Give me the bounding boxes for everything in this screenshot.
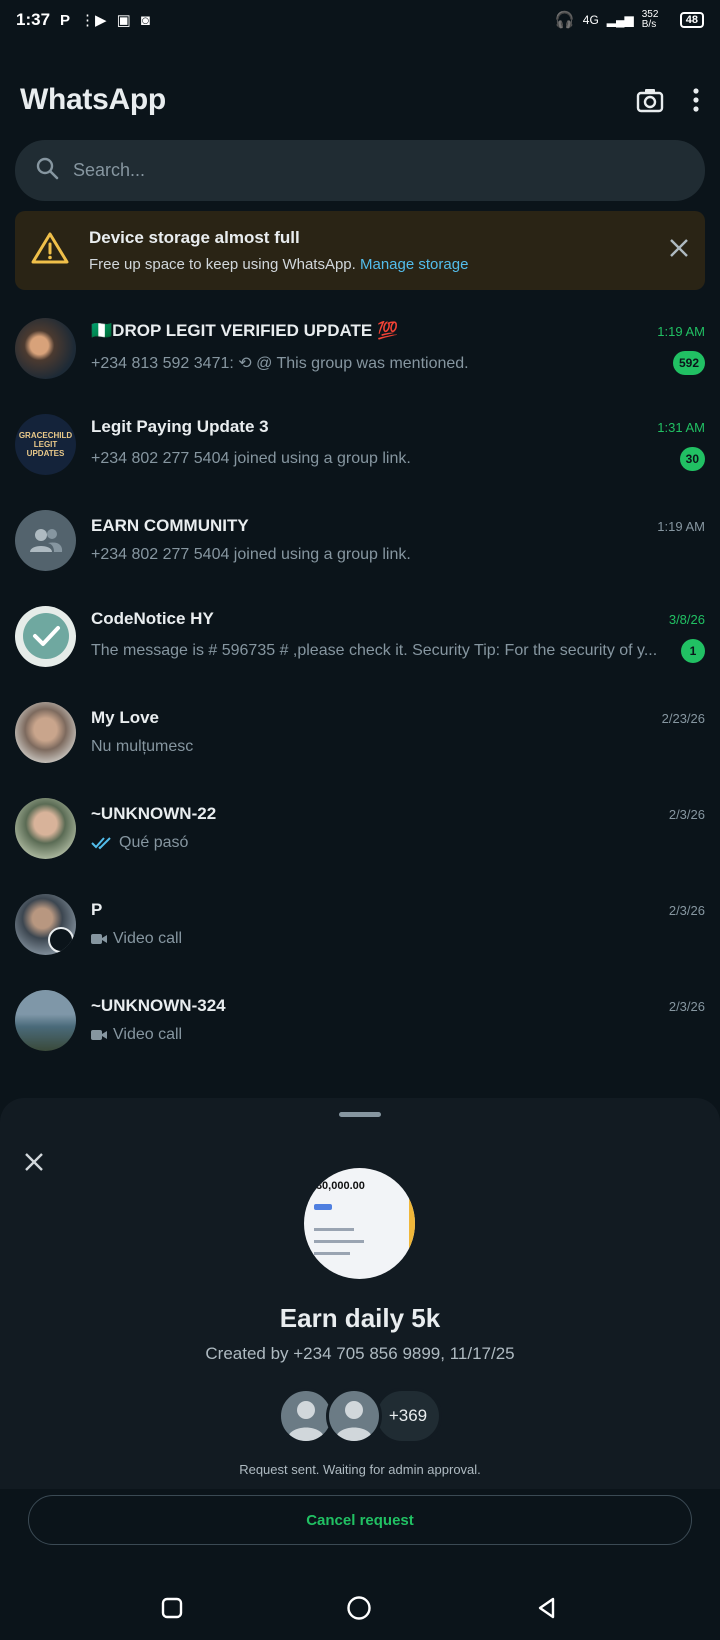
system-nav-bar: [0, 1580, 720, 1640]
chat-name: Legit Paying Update 3: [91, 417, 269, 436]
app-icon: ◙: [140, 11, 150, 29]
chat-name: P: [91, 900, 103, 919]
cancel-request-button[interactable]: Cancel request: [28, 1495, 692, 1545]
group-icon: [29, 529, 62, 552]
chat-item[interactable]: ~UNKNOWN-324 2/3/26 Video call: [0, 972, 720, 1068]
banner-subtitle: Free up space to keep using WhatsApp.: [89, 256, 356, 273]
chat-time: 3/8/26: [668, 612, 705, 627]
signal-icon: ▂▄▆: [606, 13, 634, 27]
chat-item[interactable]: ~UNKNOWN-22 2/3/26 Qué pasó: [0, 780, 720, 876]
group-avatar: ₦30,000.00: [304, 1168, 415, 1279]
video-call-icon: [91, 1030, 107, 1040]
app-bar: WhatsApp: [0, 70, 720, 130]
storage-banner: Device storage almost full Free up space…: [15, 211, 705, 290]
manage-storage-link[interactable]: Manage storage: [360, 256, 468, 273]
banner-title: Device storage almost full: [89, 228, 300, 247]
member-avatars: +369: [278, 1388, 442, 1444]
chat-time: 1:19 AM: [657, 519, 705, 534]
search-input[interactable]: [73, 160, 653, 181]
avatar: [15, 509, 76, 571]
media-icon: ▣: [116, 12, 131, 29]
chat-item[interactable]: GRACECHILD LEGIT UPDATES Legit Paying Upd…: [0, 396, 720, 492]
chat-name: ~UNKNOWN-324: [91, 996, 226, 1015]
chat-preview: +234 802 277 5404 joined using a group l…: [91, 546, 411, 563]
chat-time: 2/3/26: [668, 903, 705, 918]
battery-icon: 48: [679, 12, 704, 28]
chat-preview: +234 813 592 3471: ⟲ @ This group was me…: [91, 355, 469, 372]
member-avatar: [326, 1388, 382, 1444]
back-icon[interactable]: [535, 1596, 559, 1625]
app-title: WhatsApp: [20, 83, 166, 116]
status-time: 1:37: [16, 10, 51, 29]
chat-item[interactable]: 🇳🇬DROP LEGIT VERIFIED UPDATE 💯 1:19 AM +2…: [0, 300, 720, 396]
search-icon: [35, 156, 59, 185]
chat-name: CodeNotice HY: [91, 609, 214, 628]
speed-label: 352 B/s: [641, 9, 659, 30]
avatar: [15, 701, 76, 763]
drag-handle[interactable]: [339, 1112, 381, 1117]
chat-time: 2/3/26: [668, 807, 705, 822]
avatar: [15, 989, 76, 1051]
chat-time: 2/23/26: [661, 711, 705, 726]
network-label: 4G: [582, 13, 599, 27]
chat-preview: Video call: [113, 1026, 183, 1043]
chat-time: 1:31 AM: [657, 420, 705, 435]
notification-icon: ⋮▶: [80, 12, 107, 29]
status-right: 🎧 4G ▂▄▆ 352 B/s 48: [555, 10, 704, 30]
avatar: [15, 893, 76, 955]
double-check-icon: [91, 837, 111, 850]
gracechild-logo: GRACECHILD LEGIT UPDATES: [18, 430, 73, 458]
chat-preview: Qué pasó: [119, 834, 189, 851]
chat-name: 🇳🇬DROP LEGIT VERIFIED UPDATE 💯: [91, 321, 399, 340]
chat-name: EARN COMMUNITY: [91, 516, 249, 535]
more-vert-icon[interactable]: [692, 88, 700, 112]
unread-badge: 592: [672, 351, 705, 375]
chat-item[interactable]: My Love 2/23/26 Nu mulțumesc: [0, 684, 720, 780]
chat-preview: Nu mulțumesc: [91, 738, 194, 755]
unread-badge: 1: [681, 639, 705, 663]
close-icon[interactable]: [22, 1150, 46, 1179]
warning-icon: [31, 231, 69, 270]
chat-name: My Love: [91, 708, 160, 727]
close-icon[interactable]: [669, 238, 689, 263]
unread-badge: 30: [679, 447, 705, 471]
group-avatar-amount: ₦30,000.00: [308, 1180, 365, 1192]
chat-time: 1:19 AM: [657, 324, 705, 339]
recents-icon[interactable]: [161, 1597, 183, 1624]
chat-preview: Video call: [113, 930, 183, 947]
avatar: [15, 317, 76, 379]
chat-time: 2/3/26: [668, 999, 705, 1014]
home-icon[interactable]: [346, 1595, 372, 1626]
chat-list: 🇳🇬DROP LEGIT VERIFIED UPDATE 💯 1:19 AM +2…: [0, 300, 720, 1068]
chat-item[interactable]: P 2/3/26 Video call: [0, 876, 720, 972]
group-invite-sheet: ₦30,000.00 Earn daily 5k Created by +234…: [0, 1098, 720, 1489]
status-bar: 1:37 P ⋮▶ ▣ ◙ 🎧 4G ▂▄▆ 352 B/s 48: [0, 0, 720, 40]
chat-preview: The message is # 596735 # ,please check …: [91, 642, 658, 659]
chat-preview: +234 802 277 5404 joined using a group l…: [91, 450, 411, 467]
p-icon: P: [60, 11, 71, 29]
avatar: [15, 605, 76, 667]
search-bar[interactable]: [15, 140, 705, 201]
chat-item[interactable]: EARN COMMUNITY 1:19 AM +234 802 277 5404 …: [0, 492, 720, 588]
shield-check-icon: [22, 613, 69, 659]
headset-icon: 🎧: [554, 12, 575, 29]
status-ring-icon: [48, 926, 74, 953]
camera-icon[interactable]: [636, 87, 664, 113]
status-left-icons: P ⋮▶ ▣ ◙: [60, 11, 150, 30]
group-meta: Created by +234 705 856 9899, 11/17/25: [205, 1344, 515, 1363]
group-title: Earn daily 5k: [279, 1303, 441, 1333]
chat-name: ~UNKNOWN-22: [91, 804, 217, 823]
avatar: [15, 797, 76, 859]
video-call-icon: [91, 934, 107, 944]
more-members-count: +369: [374, 1388, 442, 1444]
avatar: GRACECHILD LEGIT UPDATES: [15, 413, 76, 475]
chat-item[interactable]: CodeNotice HY 3/8/26 The message is # 596…: [0, 588, 720, 684]
request-status-note: Request sent. Waiting for admin approval…: [239, 1462, 481, 1477]
